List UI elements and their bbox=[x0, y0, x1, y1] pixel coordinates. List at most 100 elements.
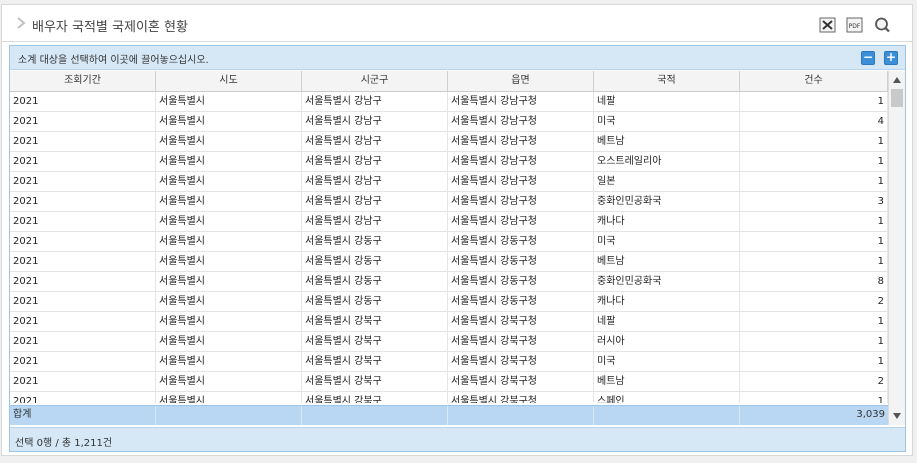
summary-total: 3,039 bbox=[856, 409, 885, 420]
scroll-down-icon[interactable] bbox=[893, 413, 901, 419]
table-row[interactable]: 2021 서울특별시 서울특별시 강남구 서울특별시 강남구청 오스트레일리아 1 bbox=[10, 152, 888, 172]
column-header-province[interactable]: 시도 bbox=[156, 71, 302, 92]
cell-period: 2021 bbox=[10, 192, 156, 212]
cell-city: 서울특별시 강동구 bbox=[302, 252, 448, 272]
cell-province: 서울특별시 bbox=[156, 112, 302, 132]
excel-export-icon[interactable] bbox=[819, 17, 836, 33]
summary-cell bbox=[302, 406, 448, 425]
cell-city: 서울특별시 강동구 bbox=[302, 272, 448, 292]
cell-count: 2 bbox=[740, 292, 888, 312]
cell-nationality: 중화인민공화국 bbox=[594, 272, 740, 292]
cell-city: 서울특별시 강동구 bbox=[302, 292, 448, 312]
cell-count: 1 bbox=[740, 332, 888, 352]
scroll-up-icon[interactable] bbox=[893, 77, 901, 83]
cell-nationality: 러시아 bbox=[594, 332, 740, 352]
table-row[interactable]: 2021 서울특별시 서울특별시 강북구 서울특별시 강북구청 베트남 2 bbox=[10, 372, 888, 392]
cell-nationality: 중화인민공화국 bbox=[594, 192, 740, 212]
group-drop-panel[interactable]: 소계 대상을 선택하여 이곳에 끌어놓으십시오. − + bbox=[10, 46, 905, 70]
cell-city: 서울특별시 강북구 bbox=[302, 332, 448, 352]
column-header-nationality[interactable]: 국적 bbox=[594, 71, 740, 92]
cell-period: 2021 bbox=[10, 332, 156, 352]
cell-period: 2021 bbox=[10, 92, 156, 112]
cell-district: 서울특별시 강북구청 bbox=[448, 332, 594, 352]
cell-nationality: 캐나다 bbox=[594, 292, 740, 312]
expand-button[interactable]: + bbox=[884, 51, 898, 65]
column-header-period[interactable]: 조회기간 bbox=[10, 71, 156, 92]
cell-nationality: 베트남 bbox=[594, 372, 740, 392]
cell-city: 서울특별시 강남구 bbox=[302, 192, 448, 212]
cell-period: 2021 bbox=[10, 112, 156, 132]
table-row[interactable]: 2021 서울특별시 서울특별시 강남구 서울특별시 강남구청 미국 4 bbox=[10, 112, 888, 132]
status-text: 선택 0행 / 총 1,211건 bbox=[15, 438, 113, 449]
column-header-count[interactable]: 건수 bbox=[740, 71, 888, 92]
cell-city: 서울특별시 강북구 bbox=[302, 312, 448, 332]
cell-district: 서울특별시 강남구청 bbox=[448, 212, 594, 232]
cell-count: 1 bbox=[740, 392, 888, 403]
table-row[interactable]: 2021 서울특별시 서울특별시 강남구 서울특별시 강남구청 네팔 1 bbox=[10, 92, 888, 112]
svg-text:PDF: PDF bbox=[849, 23, 861, 30]
table-row[interactable]: 2021 서울특별시 서울특별시 강북구 서울특별시 강북구청 스페인 1 bbox=[10, 392, 888, 403]
cell-nationality: 일본 bbox=[594, 172, 740, 192]
cell-district: 서울특별시 강동구청 bbox=[448, 252, 594, 272]
cell-period: 2021 bbox=[10, 132, 156, 152]
cell-nationality: 베트남 bbox=[594, 252, 740, 272]
column-header-city[interactable]: 시군구 bbox=[302, 71, 448, 92]
cell-count: 1 bbox=[740, 92, 888, 112]
table-row[interactable]: 2021 서울특별시 서울특별시 강남구 서울특별시 강남구청 일본 1 bbox=[10, 172, 888, 192]
table-row[interactable]: 2021 서울특별시 서울특별시 강남구 서울특별시 강남구청 캐나다 1 bbox=[10, 212, 888, 232]
cell-province: 서울특별시 bbox=[156, 312, 302, 332]
table-row[interactable]: 2021 서울특별시 서울특별시 강동구 서울특별시 강동구청 미국 1 bbox=[10, 232, 888, 252]
cell-district: 서울특별시 강북구청 bbox=[448, 372, 594, 392]
summary-cell bbox=[156, 406, 302, 425]
cell-period: 2021 bbox=[10, 392, 156, 403]
summary-cell bbox=[594, 406, 740, 425]
cell-province: 서울특별시 bbox=[156, 292, 302, 312]
table-row[interactable]: 2021 서울특별시 서울특별시 강남구 서울특별시 강남구청 베트남 1 bbox=[10, 132, 888, 152]
table-row[interactable]: 2021 서울특별시 서울특별시 강동구 서울특별시 강동구청 캐나다 2 bbox=[10, 292, 888, 312]
cell-province: 서울특별시 bbox=[156, 392, 302, 403]
column-header-district[interactable]: 읍면 bbox=[448, 71, 594, 92]
table-row[interactable]: 2021 서울특별시 서울특별시 강북구 서울특별시 강북구청 러시아 1 bbox=[10, 332, 888, 352]
cell-city: 서울특별시 강남구 bbox=[302, 212, 448, 232]
cell-period: 2021 bbox=[10, 252, 156, 272]
cell-nationality: 스페인 bbox=[594, 392, 740, 403]
cell-province: 서울특별시 bbox=[156, 212, 302, 232]
cell-province: 서울특별시 bbox=[156, 272, 302, 292]
cell-count: 8 bbox=[740, 272, 888, 292]
search-icon[interactable] bbox=[874, 17, 891, 33]
panel: 배우자 국적별 국제이혼 현황 PDF 소계 대상을 선택하여 이곳에 끌어놓으… bbox=[1, 4, 913, 456]
cell-count: 1 bbox=[740, 232, 888, 252]
cell-nationality: 네팔 bbox=[594, 92, 740, 112]
cell-district: 서울특별시 강동구청 bbox=[448, 272, 594, 292]
table-row[interactable]: 2021 서울특별시 서울특별시 강남구 서울특별시 강남구청 중화인민공화국 3 bbox=[10, 192, 888, 212]
cell-district: 서울특별시 강동구청 bbox=[448, 292, 594, 312]
cell-province: 서울특별시 bbox=[156, 252, 302, 272]
data-grid: 소계 대상을 선택하여 이곳에 끌어놓으십시오. − + 조회기간 시도 시군구 읍면… bbox=[9, 45, 906, 452]
cell-district: 서울특별시 강남구청 bbox=[448, 192, 594, 212]
vertical-scrollbar[interactable] bbox=[888, 71, 905, 425]
cell-period: 2021 bbox=[10, 172, 156, 192]
cell-district: 서울특별시 강남구청 bbox=[448, 172, 594, 192]
cell-province: 서울특별시 bbox=[156, 132, 302, 152]
cell-nationality: 미국 bbox=[594, 352, 740, 372]
cell-city: 서울특별시 강남구 bbox=[302, 112, 448, 132]
cell-district: 서울특별시 강남구청 bbox=[448, 92, 594, 112]
pdf-export-icon[interactable]: PDF bbox=[846, 17, 863, 33]
table-row[interactable]: 2021 서울특별시 서울특별시 강동구 서울특별시 강동구청 베트남 1 bbox=[10, 252, 888, 272]
cell-nationality: 네팔 bbox=[594, 312, 740, 332]
table-row[interactable]: 2021 서울특별시 서울특별시 강북구 서울특별시 강북구청 네팔 1 bbox=[10, 312, 888, 332]
group-panel-hint: 소계 대상을 선택하여 이곳에 끌어놓으십시오. bbox=[18, 55, 209, 66]
cell-district: 서울특별시 강북구청 bbox=[448, 312, 594, 332]
collapse-button[interactable]: − bbox=[861, 51, 875, 65]
table-row[interactable]: 2021 서울특별시 서울특별시 강북구 서울특별시 강북구청 미국 1 bbox=[10, 352, 888, 372]
summary-row: 합계 3,039 bbox=[10, 405, 888, 425]
cell-city: 서울특별시 강북구 bbox=[302, 392, 448, 403]
cell-nationality: 오스트레일리아 bbox=[594, 152, 740, 172]
grid-header: 조회기간 시도 시군구 읍면 국적 건수 bbox=[10, 71, 888, 92]
cell-nationality: 미국 bbox=[594, 232, 740, 252]
table-row[interactable]: 2021 서울특별시 서울특별시 강동구 서울특별시 강동구청 중화인민공화국 8 bbox=[10, 272, 888, 292]
cell-period: 2021 bbox=[10, 212, 156, 232]
cell-count: 2 bbox=[740, 372, 888, 392]
scroll-thumb[interactable] bbox=[891, 89, 903, 107]
cell-count: 1 bbox=[740, 312, 888, 332]
